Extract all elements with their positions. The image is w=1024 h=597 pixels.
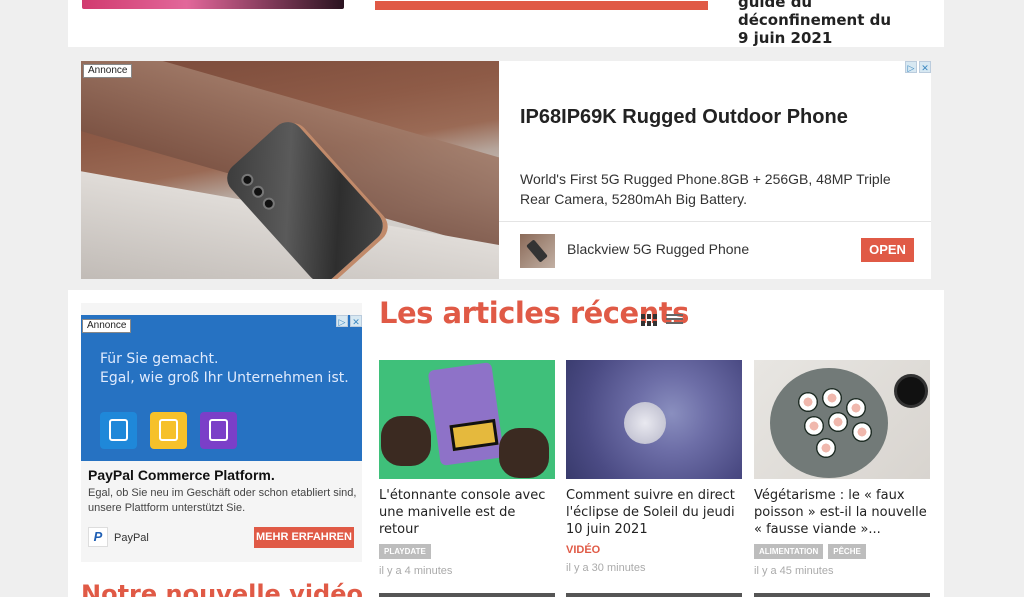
advertiser-name[interactable]: Blackview 5G Rugged Phone: [567, 241, 749, 257]
ad-description: World's First 5G Rugged Phone.8GB + 256G…: [520, 171, 891, 207]
previous-article-thumbnail[interactable]: [82, 0, 344, 9]
advertiser-name[interactable]: PayPal: [114, 532, 149, 544]
ad-badge: Annonce: [83, 64, 133, 78]
adchoices[interactable]: ▷ ✕: [336, 315, 362, 327]
banner-line1: Für Sie gemacht.: [100, 351, 219, 367]
grid-view-icon[interactable]: [641, 314, 657, 326]
next-article-thumbnail[interactable]: [566, 593, 742, 597]
article-time: il y a 45 minutes: [754, 565, 834, 577]
article-title[interactable]: Végétarisme : le « faux poisson » est-il…: [754, 487, 930, 538]
article-time: il y a 4 minutes: [379, 565, 453, 577]
close-ad-icon[interactable]: ✕: [919, 61, 931, 73]
advertiser-logo: [520, 234, 555, 268]
main-content: Für Sie gemacht. Egal, wie groß Ihr Unte…: [68, 290, 944, 597]
close-ad-icon[interactable]: ✕: [350, 315, 362, 327]
adchoices[interactable]: ▷ ✕: [905, 61, 931, 73]
previous-article-title-line2: 9 juin 2021: [738, 29, 833, 47]
next-article-thumbnail[interactable]: [379, 593, 555, 597]
ad-phone-image[interactable]: Annonce: [81, 61, 499, 279]
tag-playdate[interactable]: PLAYDATE: [379, 544, 431, 559]
paypal-ad[interactable]: Für Sie gemacht. Egal, wie groß Ihr Unte…: [81, 303, 362, 562]
previous-article-title[interactable]: guide du déconfinement du 9 juin 2021: [738, 0, 938, 47]
article-card[interactable]: L'étonnante console avec une manivelle e…: [379, 360, 555, 577]
tag-alimentation[interactable]: ALIMENTATION: [754, 544, 824, 559]
ad-title[interactable]: IP68IP69K Rugged Outdoor Phone: [520, 106, 848, 129]
paypal-banner[interactable]: Für Sie gemacht. Egal, wie groß Ihr Unte…: [81, 315, 362, 461]
banner-line2: Egal, wie groß Ihr Unternehmen ist.: [100, 370, 349, 386]
article-card[interactable]: Végétarisme : le « faux poisson » est-il…: [754, 360, 930, 577]
mehr-erfahren-button[interactable]: MEHR ERFAHREN: [254, 527, 354, 548]
open-button[interactable]: OPEN: [861, 238, 914, 262]
tag-peche[interactable]: PÊCHE: [828, 544, 866, 559]
article-time: il y a 30 minutes: [566, 562, 646, 574]
rugged-phone-ad[interactable]: Annonce ▷ ✕ IP68IP69K Rugged Outdoor Pho…: [81, 61, 931, 279]
category-link[interactable]: VIDÉO: [566, 544, 742, 556]
adchoices-icon[interactable]: ▷: [905, 61, 917, 73]
laptop-icon: [100, 412, 137, 449]
previous-article-title-line1: guide du déconfinement du: [738, 0, 892, 29]
article-thumbnail[interactable]: [379, 360, 555, 479]
ad-description: Egal, ob Sie neu im Geschäft oder schon …: [88, 487, 357, 514]
previous-article-accent-bar: [375, 1, 708, 10]
article-thumbnail[interactable]: [566, 360, 742, 479]
article-title[interactable]: L'étonnante console avec une manivelle e…: [379, 487, 555, 538]
ad-badge: Annonce: [82, 319, 132, 333]
cart-icon: [200, 412, 237, 449]
article-title[interactable]: Comment suivre en direct l'éclipse de So…: [566, 487, 742, 538]
list-view-icon[interactable]: [666, 314, 683, 326]
ad-title[interactable]: PayPal Commerce Platform.: [88, 467, 275, 483]
adchoices-icon[interactable]: ▷: [336, 315, 348, 327]
next-article-thumbnail[interactable]: [754, 593, 930, 597]
article-card[interactable]: Comment suivre en direct l'éclipse de So…: [566, 360, 742, 574]
paypal-logo-icon: P: [88, 527, 108, 547]
article-thumbnail[interactable]: [754, 360, 930, 479]
video-section-title: Notre nouvelle vidéo: [81, 580, 363, 597]
mobile-pay-icon: [150, 412, 187, 449]
divider: [499, 221, 931, 222]
